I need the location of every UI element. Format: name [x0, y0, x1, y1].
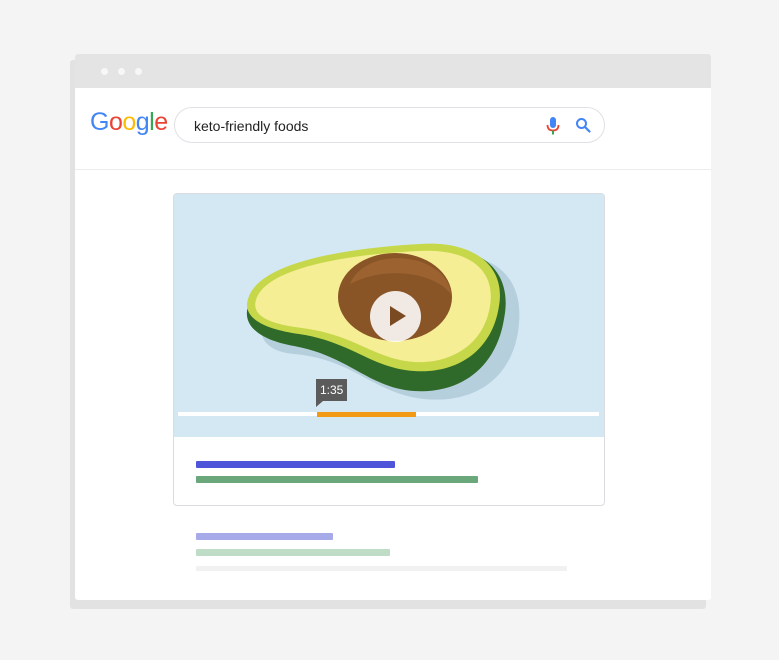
- browser-window: Google keto-friendly foods 1:35: [75, 54, 711, 600]
- second-result-url-placeholder: [196, 549, 390, 556]
- microphone-icon[interactable]: [546, 117, 560, 135]
- key-moment-highlight[interactable]: [317, 412, 416, 417]
- video-result-card[interactable]: 1:35: [173, 193, 605, 506]
- logo-letter: G: [90, 108, 109, 136]
- timestamp-badge: 1:35: [316, 379, 348, 407]
- magnifier-icon[interactable]: [575, 117, 591, 133]
- maximize-dot[interactable]: [135, 68, 142, 75]
- minimize-dot[interactable]: [118, 68, 125, 75]
- search-input[interactable]: keto-friendly foods: [174, 107, 605, 143]
- result-url-placeholder: [196, 476, 478, 483]
- result-title-placeholder[interactable]: [196, 461, 395, 468]
- logo-letter: e: [154, 108, 168, 136]
- logo-letter: o: [122, 108, 136, 136]
- google-logo[interactable]: Google: [90, 108, 168, 137]
- search-query[interactable]: keto-friendly foods: [194, 118, 308, 134]
- play-button[interactable]: [370, 291, 421, 342]
- titlebar: [75, 54, 711, 88]
- search-header: Google keto-friendly foods: [75, 88, 711, 170]
- second-result-snippet-placeholder: [196, 566, 567, 571]
- logo-letter: o: [108, 108, 123, 136]
- close-dot[interactable]: [101, 68, 108, 75]
- second-result-title-placeholder[interactable]: [196, 533, 333, 540]
- video-thumbnail[interactable]: 1:35: [174, 194, 604, 437]
- logo-letter: g: [135, 108, 150, 136]
